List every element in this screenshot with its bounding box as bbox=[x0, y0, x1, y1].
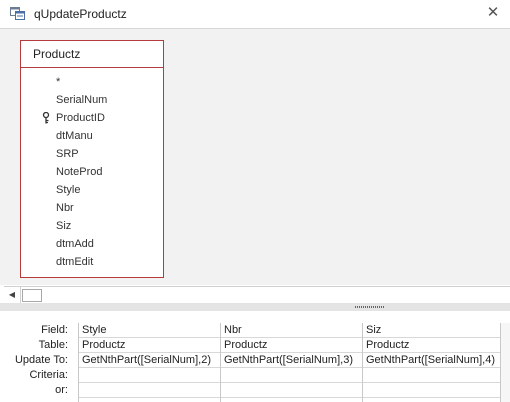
grid-scroll-edge bbox=[500, 323, 510, 402]
field-name: dtmEdit bbox=[56, 256, 94, 268]
grid-cell-or[interactable] bbox=[363, 383, 501, 398]
grid-row-label: Update To: bbox=[14, 354, 68, 366]
close-icon[interactable]: ✕ bbox=[484, 4, 502, 22]
field-name: Style bbox=[56, 184, 81, 196]
query-design-icon bbox=[10, 7, 25, 20]
scroll-left-arrow-icon[interactable]: ◀ bbox=[4, 287, 21, 303]
horizontal-scrollbar[interactable]: ◀ bbox=[4, 286, 510, 304]
grid-cell-or[interactable] bbox=[221, 383, 363, 398]
table-field-list-title[interactable]: Productz bbox=[21, 41, 163, 68]
grid-cell-update-to[interactable]: GetNthPart([SerialNum],4) bbox=[363, 353, 501, 368]
field-list-item[interactable]: NoteProd bbox=[21, 163, 163, 181]
field-name: SRP bbox=[56, 148, 79, 160]
grid-cell-criteria[interactable] bbox=[221, 368, 363, 383]
grid-column: Siz Productz GetNthPart([SerialNum],4) bbox=[362, 323, 501, 402]
field-list-item[interactable]: dtmEdit bbox=[21, 253, 163, 271]
field-name: Nbr bbox=[56, 202, 74, 214]
grid-cell-criteria[interactable] bbox=[79, 368, 221, 383]
field-list-item[interactable]: Style bbox=[21, 181, 163, 199]
field-name: * bbox=[56, 76, 61, 88]
field-name: NoteProd bbox=[56, 166, 103, 178]
field-list-item[interactable]: dtmAdd bbox=[21, 235, 163, 253]
field-list-item[interactable]: SRP bbox=[21, 145, 163, 163]
grid-column: Style Productz GetNthPart([SerialNum],2) bbox=[78, 323, 221, 402]
pane-splitter[interactable] bbox=[0, 303, 510, 311]
grid-cell-table[interactable]: Productz bbox=[79, 338, 221, 353]
table-pane: Productz * SerialNum ProductID dtManu SRP Not… bbox=[0, 29, 510, 285]
field-list-item[interactable]: Nbr bbox=[21, 199, 163, 217]
field-list-items: * SerialNum ProductID dtManu SRP NoteProd Styl… bbox=[21, 68, 163, 271]
grid-column: Nbr Productz GetNthPart([SerialNum],3) bbox=[220, 323, 363, 402]
splitter-grip-icon[interactable] bbox=[355, 306, 385, 308]
primary-key-icon bbox=[42, 111, 50, 124]
field-name: SerialNum bbox=[56, 94, 108, 106]
grid-row-label: Criteria: bbox=[29, 369, 68, 381]
grid-cell-field[interactable]: Siz bbox=[363, 323, 501, 338]
grid-cell-field[interactable]: Style bbox=[79, 323, 221, 338]
field-list-item[interactable]: ProductID bbox=[21, 109, 163, 127]
grid-cell-update-to[interactable]: GetNthPart([SerialNum],3) bbox=[221, 353, 363, 368]
design-grid: Field: Table: Update To: Criteria: or: Style… bbox=[0, 311, 510, 402]
grid-cell-field[interactable]: Nbr bbox=[221, 323, 363, 338]
grid-row-labels: Field: Table: Update To: Criteria: or: bbox=[0, 323, 72, 398]
grid-cell-table[interactable]: Productz bbox=[363, 338, 501, 353]
grid-row-label: Field: bbox=[41, 324, 68, 336]
scrollbar-thumb[interactable] bbox=[22, 289, 42, 302]
field-name: ProductID bbox=[56, 112, 105, 124]
field-name: dtmAdd bbox=[56, 238, 94, 250]
grid-cell-or[interactable] bbox=[79, 383, 221, 398]
field-list-item[interactable]: Siz bbox=[21, 217, 163, 235]
field-list-item[interactable]: SerialNum bbox=[21, 91, 163, 109]
field-name: Siz bbox=[56, 220, 72, 232]
field-list-item[interactable]: * bbox=[21, 73, 163, 91]
grid-cell-table[interactable]: Productz bbox=[221, 338, 363, 353]
grid-cell-criteria[interactable] bbox=[363, 368, 501, 383]
grid-row-label: or: bbox=[55, 384, 68, 396]
window-title: qUpdateProductz bbox=[34, 7, 127, 21]
grid-row-label: Table: bbox=[38, 339, 68, 351]
window-titlebar: qUpdateProductz ✕ bbox=[0, 0, 510, 29]
field-name: dtManu bbox=[56, 130, 93, 142]
field-list-item[interactable]: dtManu bbox=[21, 127, 163, 145]
table-field-list[interactable]: Productz * SerialNum ProductID dtManu SRP Not… bbox=[20, 40, 164, 278]
grid-cell-update-to[interactable]: GetNthPart([SerialNum],2) bbox=[79, 353, 221, 368]
